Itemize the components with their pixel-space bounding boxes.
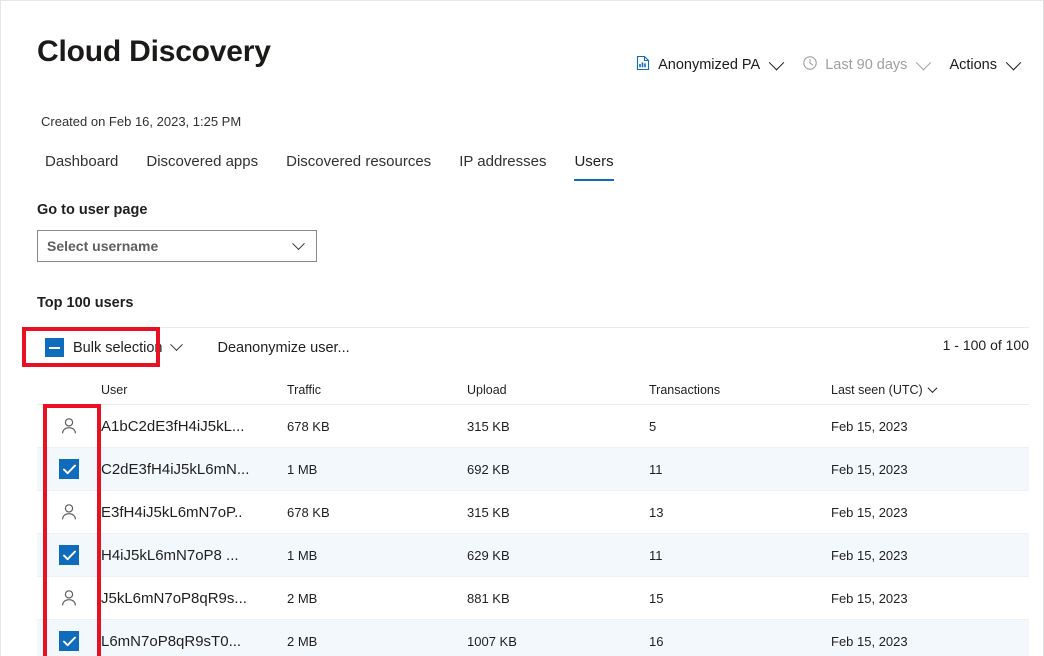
cell-traffic: 678 KB: [287, 419, 467, 434]
cell-upload: 629 KB: [467, 548, 649, 563]
person-icon: [58, 415, 80, 437]
command-bar: Anonymized PA Last 90 days Actions: [625, 51, 1029, 79]
row-select-cell[interactable]: [37, 545, 101, 565]
command-label: Actions: [949, 57, 997, 73]
cell-upload: 1007 KB: [467, 634, 649, 649]
cell-transactions: 13: [649, 505, 831, 520]
table-row[interactable]: L6mN7oP8qR9sT0... 2 MB 1007 KB 16 Feb 15…: [37, 620, 1029, 656]
cell-user: A1bC2dE3fH4iJ5kL...: [101, 418, 287, 435]
row-select-cell[interactable]: [37, 501, 101, 523]
header-last-seen-label: Last seen (UTC): [831, 383, 923, 397]
header-user: User: [101, 383, 287, 397]
cell-last-seen: Feb 15, 2023: [831, 462, 1029, 477]
cell-user: H4iJ5kL6mN7oP8 ...: [101, 547, 287, 564]
row-select-cell[interactable]: [37, 415, 101, 437]
pagination-count: 1 - 100 of 100: [943, 337, 1029, 353]
chevron-down-icon: [769, 54, 785, 70]
created-timestamp: Created on Feb 16, 2023, 1:25 PM: [41, 114, 241, 129]
table-row[interactable]: C2dE3fH4iJ5kL6mN... 1 MB 692 KB 11 Feb 1…: [37, 448, 1029, 491]
checkbox-checked-icon: [59, 459, 79, 479]
cell-traffic: 2 MB: [287, 634, 467, 649]
cell-transactions: 15: [649, 591, 831, 606]
person-icon: [58, 587, 80, 609]
chevron-down-icon: [916, 54, 932, 70]
cell-user: E3fH4iJ5kL6mN7oP..: [101, 504, 287, 521]
table-row[interactable]: H4iJ5kL6mN7oP8 ... 1 MB 629 KB 11 Feb 15…: [37, 534, 1029, 577]
tab-ip-addresses[interactable]: IP addresses: [445, 153, 560, 181]
table-header-row: User Traffic Upload Transactions Last se…: [37, 375, 1029, 405]
go-to-user-page-label: Go to user page: [37, 202, 147, 218]
cloud-discovery-page: Cloud Discovery Anonymized PA: [0, 0, 1044, 656]
tab-bar: Dashboard Discovered apps Discovered res…: [41, 153, 628, 181]
select-username-placeholder: Select username: [47, 238, 294, 254]
table-row[interactable]: E3fH4iJ5kL6mN7oP.. 678 KB 315 KB 13 Feb …: [37, 491, 1029, 534]
cell-upload: 315 KB: [467, 505, 649, 520]
cell-upload: 692 KB: [467, 462, 649, 477]
cell-traffic: 1 MB: [287, 462, 467, 477]
tab-discovered-resources[interactable]: Discovered resources: [272, 153, 445, 181]
header-upload: Upload: [467, 383, 649, 397]
cell-last-seen: Feb 15, 2023: [831, 419, 1029, 434]
cell-last-seen: Feb 15, 2023: [831, 505, 1029, 520]
row-select-cell[interactable]: [37, 587, 101, 609]
section-title-top-users: Top 100 users: [37, 295, 133, 311]
command-anonymized-pa[interactable]: Anonymized PA: [625, 51, 792, 79]
deanonymize-user-button[interactable]: Deanonymize user...: [207, 335, 359, 361]
tab-users[interactable]: Users: [560, 153, 627, 181]
bulk-selection-button[interactable]: Bulk selection: [37, 333, 170, 362]
cell-last-seen: Feb 15, 2023: [831, 634, 1029, 649]
cell-last-seen: Feb 15, 2023: [831, 548, 1029, 563]
command-actions[interactable]: Actions: [939, 53, 1029, 77]
report-icon: [635, 55, 651, 75]
cell-transactions: 11: [649, 462, 831, 477]
command-last-90-days[interactable]: Last 90 days: [792, 51, 939, 79]
command-label: Anonymized PA: [658, 57, 760, 73]
cell-transactions: 11: [649, 548, 831, 563]
select-username-combobox[interactable]: Select username: [37, 230, 317, 262]
tab-dashboard[interactable]: Dashboard: [41, 153, 132, 181]
page-title: Cloud Discovery: [37, 35, 271, 69]
bulk-selection-label: Bulk selection: [73, 340, 162, 356]
bulk-selection-chevron-down-icon[interactable]: [171, 338, 184, 351]
checkbox-indeterminate-icon: [45, 338, 64, 357]
cell-traffic: 2 MB: [287, 591, 467, 606]
cell-transactions: 16: [649, 634, 831, 649]
table-row[interactable]: A1bC2dE3fH4iJ5kL... 678 KB 315 KB 5 Feb …: [37, 405, 1029, 448]
checkbox-checked-icon: [59, 631, 79, 651]
command-label: Last 90 days: [825, 57, 907, 73]
cell-user: C2dE3fH4iJ5kL6mN...: [101, 461, 287, 478]
cell-user: L6mN7oP8qR9sT0...: [101, 633, 287, 650]
chevron-down-icon: [292, 237, 305, 250]
clock-icon: [802, 55, 818, 75]
cell-transactions: 5: [649, 419, 831, 434]
cell-user: J5kL6mN7oP8qR9s...: [101, 590, 287, 607]
row-select-cell[interactable]: [37, 459, 101, 479]
list-toolbar: Bulk selection Deanonymize user...: [37, 327, 1029, 367]
cell-traffic: 678 KB: [287, 505, 467, 520]
header-traffic: Traffic: [287, 383, 467, 397]
chevron-down-icon: [1006, 54, 1022, 70]
cell-last-seen: Feb 15, 2023: [831, 591, 1029, 606]
table-row[interactable]: J5kL6mN7oP8qR9s... 2 MB 881 KB 15 Feb 15…: [37, 577, 1029, 620]
cell-traffic: 1 MB: [287, 548, 467, 563]
cell-upload: 881 KB: [467, 591, 649, 606]
person-icon: [58, 501, 80, 523]
row-select-cell[interactable]: [37, 631, 101, 651]
cell-upload: 315 KB: [467, 419, 649, 434]
header-transactions: Transactions: [649, 383, 831, 397]
header-last-seen[interactable]: Last seen (UTC): [831, 383, 1029, 397]
checkbox-checked-icon: [59, 545, 79, 565]
sort-chevron-down-icon: [927, 383, 937, 393]
tab-discovered-apps[interactable]: Discovered apps: [132, 153, 272, 181]
users-table: User Traffic Upload Transactions Last se…: [37, 375, 1029, 656]
